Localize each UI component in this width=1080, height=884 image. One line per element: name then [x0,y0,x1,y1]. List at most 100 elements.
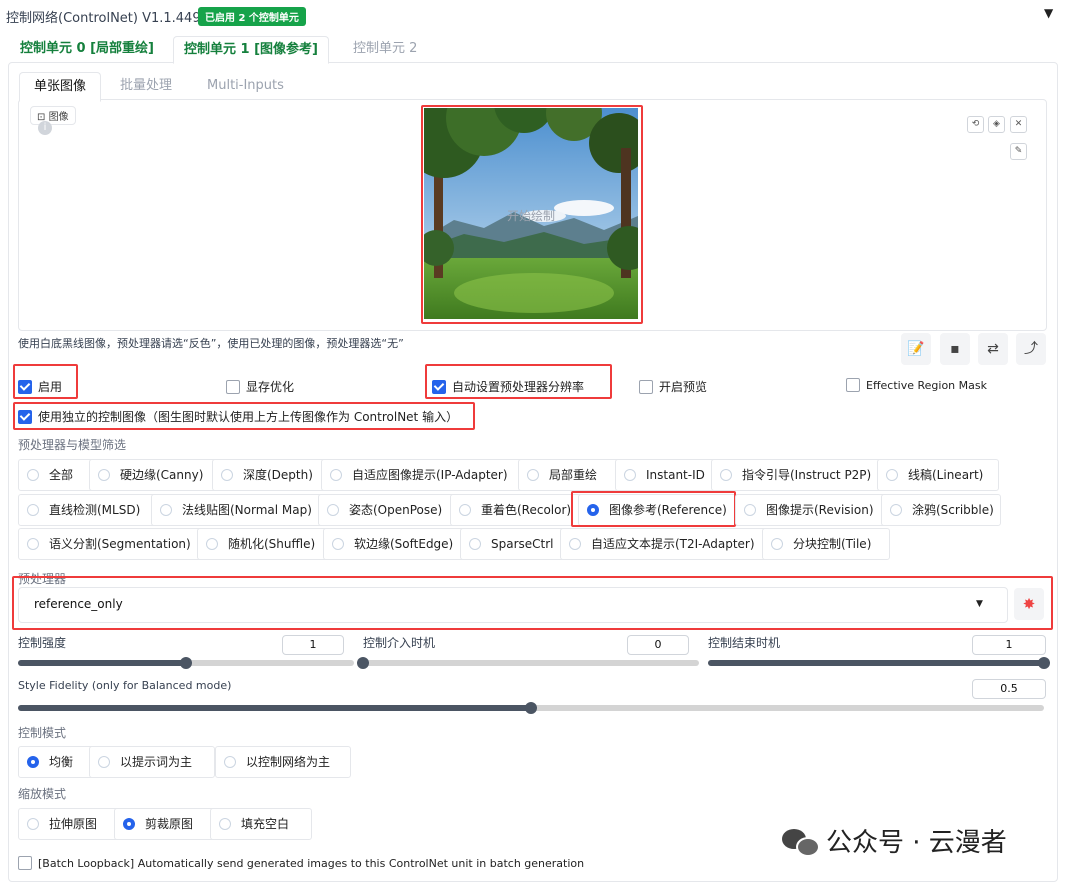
control-type-shuffle[interactable]: 随机化(Shuffle) [197,528,331,560]
control-mode-prompt[interactable]: 以提示词为主 [89,746,215,778]
watermark-text: 公众号 · 云漫者 [826,828,1007,858]
control-type-normal-map[interactable]: 法线贴图(Normal Map) [151,494,326,526]
radio-icon [890,503,902,516]
option-label: 线稿(Lineart) [908,468,984,482]
control-type-sparsectrl[interactable]: SparseCtrl [460,528,572,560]
option-label: 填充空白 [241,817,290,831]
controlnet-title: 控制网络(ControlNet) V1.1.449 [6,11,201,26]
camera-icon[interactable]: ▪ [940,333,970,365]
weight-input[interactable]: 1 [282,635,344,655]
control-type-canny[interactable]: 硬边缘(Canny) [89,459,223,491]
radio-icon [160,503,172,516]
control-type-scribble[interactable]: 涂鸦(Scribble) [881,494,1001,526]
control-type-instant-id[interactable]: Instant-ID [615,459,724,491]
option-label: 深度(Depth) [243,468,313,482]
end-label: 控制结束时机 [708,636,781,650]
highlight-pixel-perfect [425,364,612,399]
option-label: 指令引导(Instruct P2P) [742,468,872,482]
style-fidelity-fill [18,705,531,711]
option-label: 全部 [49,468,74,482]
style-fidelity-thumb[interactable] [525,702,537,714]
resize-mode-crop[interactable]: 剪裁原图 [114,808,220,840]
end-slider-thumb[interactable] [1038,657,1050,669]
radio-icon [459,503,471,516]
control-type-segmentation[interactable]: 语义分割(Segmentation) [18,528,210,560]
low-vram-checkbox[interactable]: 显存优化 [226,378,294,395]
option-label: 法线贴图(Normal Map) [182,503,312,517]
radio-icon [27,503,39,516]
resize-mode-stretch[interactable]: 拉伸原图 [18,808,128,840]
highlight-upload-independent [13,402,475,430]
option-label: 剪裁原图 [145,817,194,831]
highlight-reference [571,491,736,527]
collapse-icon[interactable]: ▼ [1044,6,1053,20]
radio-icon [219,817,231,830]
control-type-openpose[interactable]: 姿态(OpenPose) [318,494,462,526]
control-type-ip-adapter[interactable]: 自适应图像提示(IP-Adapter) [321,459,531,491]
control-type-recolor[interactable]: 重着色(Recolor) [450,494,585,526]
radio-icon [330,468,342,481]
highlight-preprocessor [12,576,1053,630]
option-label: SparseCtrl [491,537,554,551]
control-type-revision[interactable]: 图像提示(Revision) [735,494,892,526]
start-slider-thumb[interactable] [357,657,369,669]
option-label: 姿态(OpenPose) [349,503,443,517]
radio-icon [332,537,344,550]
control-type-instruct-p2p[interactable]: 指令引导(Instruct P2P) [711,459,885,491]
radio-icon [224,755,236,768]
wechat-bubble-small [796,836,820,857]
option-label: 随机化(Shuffle) [228,537,316,551]
swap-icon[interactable]: ⇄ [978,333,1008,365]
weight-slider-thumb[interactable] [180,657,192,669]
undo-icon[interactable]: ⟲ [967,116,984,133]
enabled-units-badge: 已启用 2 个控制单元 [198,7,306,26]
radio-icon [327,503,339,516]
control-type-softedge[interactable]: 软边缘(SoftEdge) [323,528,469,560]
tab-unit-2[interactable]: 控制单元 2 [343,36,427,62]
control-type-inpaint[interactable]: 局部重绘 [518,459,626,491]
tab-unit-1[interactable]: 控制单元 1 [图像参考] [173,36,329,64]
control-type-tile[interactable]: 分块控制(Tile) [762,528,890,560]
option-label: 软边缘(SoftEdge) [354,537,454,551]
tab-single-image[interactable]: 单张图像 [19,72,102,102]
image-label-text: 图像 [48,112,69,123]
radio-icon [221,468,233,481]
send-icon[interactable]: ⤴ [1016,333,1046,365]
tab-batch[interactable]: 批量处理 [106,72,186,100]
option-label: 涂鸦(Scribble) [912,503,994,517]
resize-mode-fill[interactable]: 填充空白 [210,808,312,840]
checkbox-icon [18,856,32,870]
effective-region-mask-label: Effective Region Mask [866,379,987,392]
style-fidelity-input[interactable]: 0.5 [972,679,1046,699]
start-input[interactable]: 0 [627,635,689,655]
option-label: 图像提示(Revision) [766,503,874,517]
close-icon[interactable]: ✕ [1010,116,1027,133]
radio-selected-icon [123,817,135,830]
tab-multi-inputs[interactable]: Multi-Inputs [193,72,298,100]
control-type-lineart[interactable]: 线稿(Lineart) [877,459,999,491]
effective-region-mask-checkbox[interactable]: Effective Region Mask [846,378,987,393]
radio-icon [27,468,39,481]
control-type-t2i-adapter[interactable]: 自适应文本提示(T2I-Adapter) [560,528,771,560]
end-input[interactable]: 1 [972,635,1046,655]
radio-icon [527,468,539,481]
eraser-icon[interactable]: ◈ [988,116,1005,133]
edit-icon[interactable]: 📝 [901,333,931,365]
option-label: 自适应图像提示(IP-Adapter) [352,468,508,482]
tab-unit-0[interactable]: 控制单元 0 [局部重绘] [10,36,164,62]
image-label: ⊡ 图像 [30,106,76,125]
radio-icon [27,537,39,550]
option-label: 以提示词为主 [120,755,193,769]
wechat-icon [782,827,820,857]
start-label: 控制介入时机 [363,636,436,650]
start-slider-track[interactable] [363,660,699,666]
allow-preview-checkbox[interactable]: 开启预览 [639,378,707,395]
highlight-enable [13,364,78,399]
style-fidelity-label: Style Fidelity (only for Balanced mode) [18,679,232,692]
control-type-mlsd[interactable]: 直线检测(MLSD) [18,494,164,526]
control-type-depth[interactable]: 深度(Depth) [212,459,331,491]
batch-loopback-label: [Batch Loopback] Automatically send gene… [38,857,585,870]
batch-loopback-checkbox[interactable]: [Batch Loopback] Automatically send gene… [18,856,585,871]
control-mode-controlnet[interactable]: 以控制网络为主 [215,746,351,778]
brush-icon[interactable]: ✎ [1010,143,1027,160]
